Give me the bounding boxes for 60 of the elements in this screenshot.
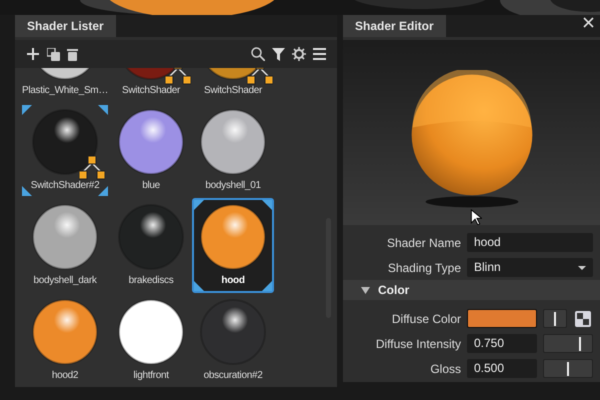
shader-item[interactable]: SwitchShader [192,68,274,103]
shader-name: bodyshell_dark [33,275,97,286]
sphere-icon[interactable] [199,298,268,366]
settings-icon[interactable] [292,47,306,61]
slider[interactable] [543,334,593,353]
close-icon[interactable] [583,17,594,28]
caret-icon[interactable] [361,286,370,294]
section-header[interactable]: Color [343,280,600,300]
sphere-icon[interactable] [199,203,268,271]
shader-name: SwitchShader [122,85,180,96]
slider[interactable] [543,359,593,378]
filter-icon[interactable] [272,48,285,60]
cursor-icon [470,209,482,225]
sphere-icon[interactable] [31,203,100,271]
shader-item[interactable]: SwitchShader [110,68,192,103]
shader-item[interactable]: lightfront [110,293,192,387]
trash-icon[interactable] [67,48,78,60]
slider[interactable] [543,309,567,328]
sphere-icon[interactable] [117,298,186,366]
field-label: Shader Name [386,236,461,250]
add-icon[interactable] [26,47,40,61]
sphere-icon[interactable] [117,108,186,176]
search-icon[interactable] [251,47,265,61]
panel-tab[interactable]: Shader Lister [15,15,116,37]
shader-name: lightfront [133,370,169,381]
sphere-icon[interactable] [199,108,268,176]
shader-item[interactable]: SwitchShader#2 [20,103,110,198]
shader-item[interactable]: brakediscs [110,198,192,293]
input-field[interactable]: hood [467,233,593,252]
shader-item[interactable]: hood2 [20,293,110,387]
shader-name: Plastic_White_Sm… [22,85,108,96]
texture-icon[interactable] [575,310,591,326]
shader-item[interactable]: blue [110,103,192,198]
sphere-icon[interactable] [117,203,186,271]
shader-name: hood2 [52,370,78,381]
shader-name: brakediscs [128,275,174,286]
shader-item[interactable]: Plastic_White_Sm… [20,68,110,103]
sphere-icon[interactable] [31,298,100,366]
dropdown[interactable]: Blinn [467,258,593,277]
shader-name: SwitchShader [204,85,262,96]
input-field[interactable]: 0.500 [467,359,537,378]
copy-icon[interactable] [47,48,60,60]
shader-item[interactable]: obscuration#2 [192,293,274,387]
shader-name: blue [142,180,160,191]
field-label: Gloss [429,362,461,376]
field-label: Shading Type [386,260,461,274]
panel-tab[interactable]: Shader Editor [343,15,446,37]
field-label: Diffuse Color [390,312,461,326]
shader-item[interactable]: hood [192,198,274,293]
shader-name: bodyshell_01 [205,180,261,191]
menu-icon[interactable] [313,48,326,60]
color-swatch[interactable] [467,309,537,328]
sphere-icon[interactable] [31,108,100,176]
shader-name: obscuration#2 [204,370,263,381]
shader-item[interactable]: bodyshell_dark [20,198,110,293]
input-field[interactable]: 0.750 [467,334,537,353]
shader-name: SwitchShader#2 [30,180,100,191]
field-label: Diffuse Intensity [374,336,461,350]
shader-item[interactable]: bodyshell_01 [192,103,274,198]
shader-name: hood [221,275,245,286]
